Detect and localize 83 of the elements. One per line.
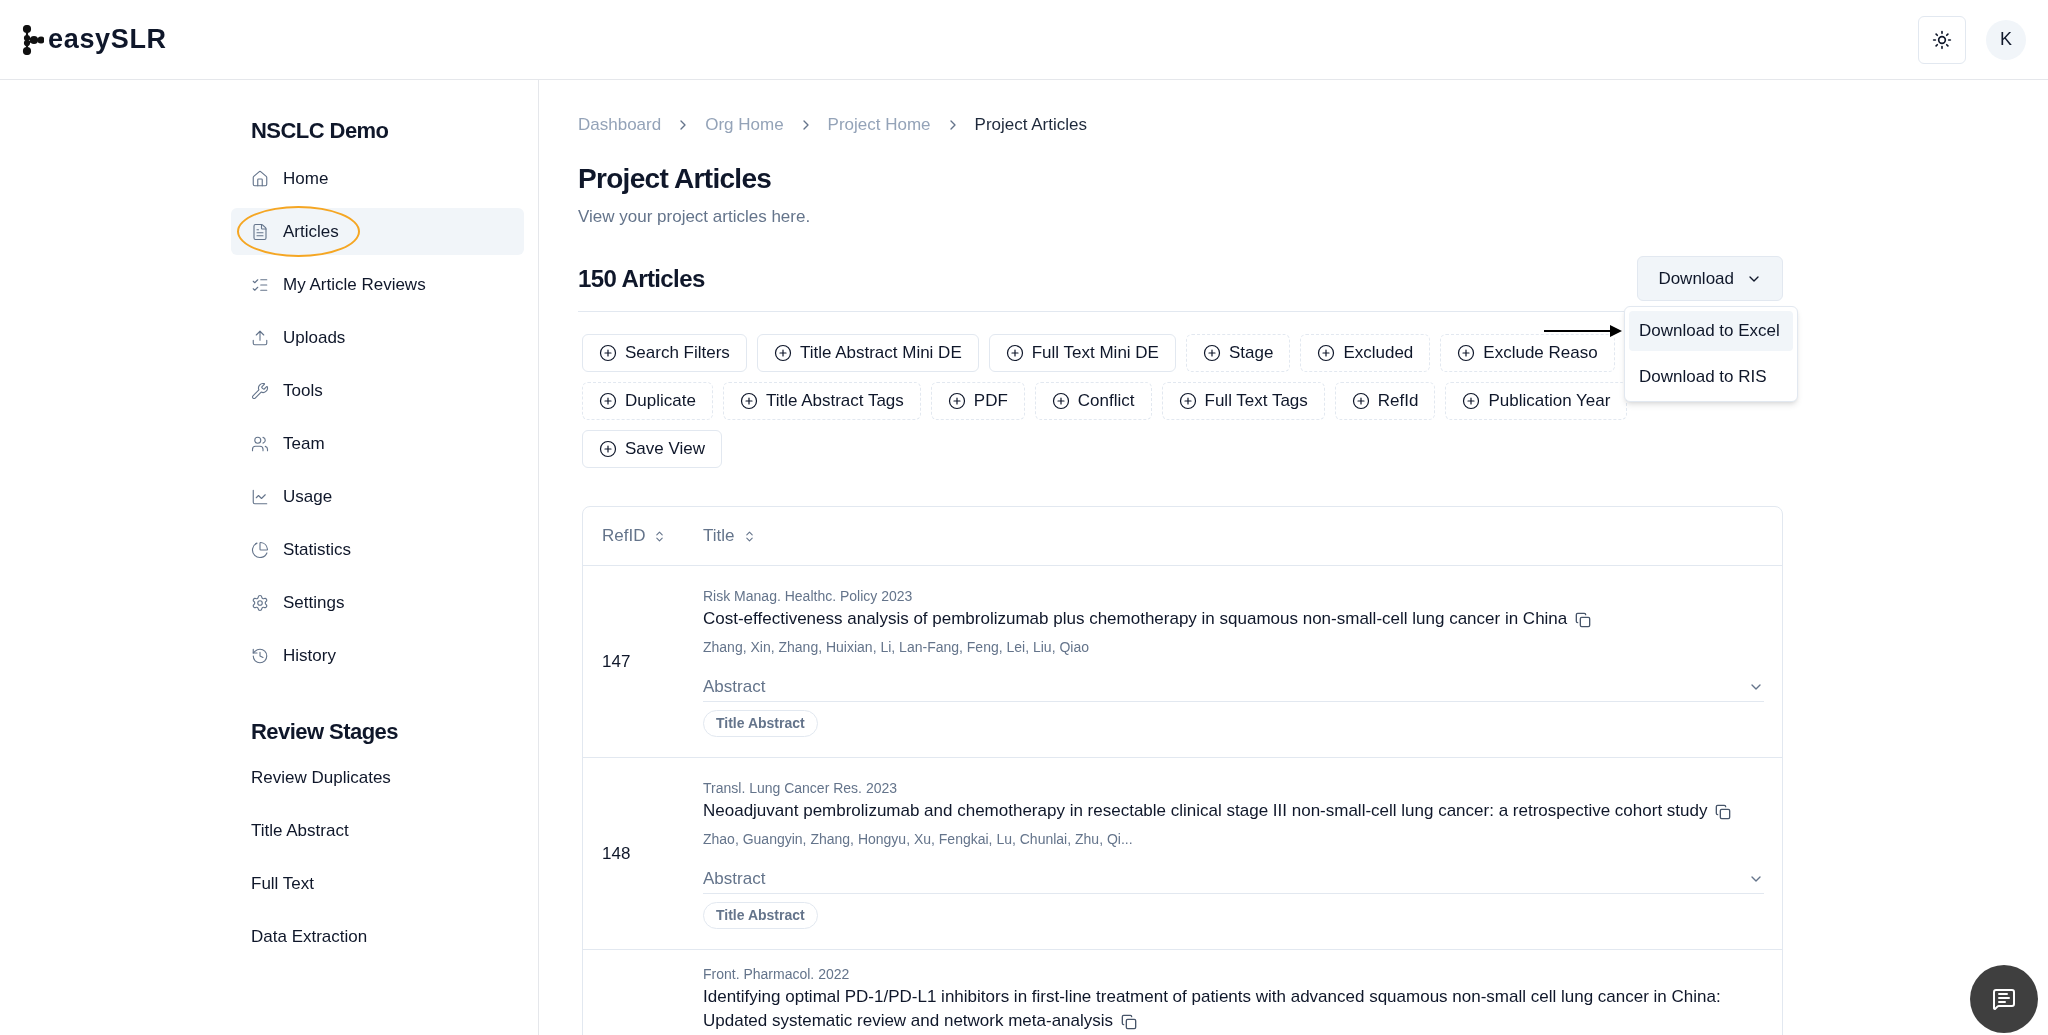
page-subtitle: View your project articles here. — [578, 205, 812, 228]
user-avatar[interactable]: K — [1986, 19, 2026, 60]
filter-chip[interactable]: Excluded — [1300, 334, 1431, 372]
history-icon — [251, 646, 269, 665]
journal-text: Transl. Lung Cancer Res. 2023 — [703, 779, 899, 798]
add-icon — [947, 392, 966, 410]
sidebar-item[interactable]: History — [231, 632, 524, 679]
download-button[interactable]: Download — [1637, 256, 1783, 301]
review-stage-link[interactable]: Review Duplicates — [231, 754, 524, 801]
add-icon — [1457, 344, 1476, 362]
filter-chip[interactable]: Full Text Mini DE — [988, 334, 1176, 372]
filter-chip[interactable]: Stage — [1185, 334, 1291, 372]
page-title: Project Articles — [578, 161, 773, 196]
article-count: 150 Articles — [578, 263, 705, 294]
add-icon — [1462, 392, 1481, 410]
users-icon — [251, 434, 269, 453]
theme-toggle-button[interactable] — [1918, 15, 1966, 64]
sidebar-item[interactable]: Statistics — [231, 526, 524, 573]
article-title: Identifying optimal PD-1/PD-L1 inhibitors in first-line treatment of patients with advanced squamous non-small cell lung cancer in China: Updated systematic review and network meta-analysis — [703, 986, 1722, 1032]
sidebar-item[interactable]: Articles — [231, 208, 524, 255]
wrench-icon — [251, 381, 269, 400]
copy-icon[interactable] — [1715, 803, 1732, 820]
filter-chip[interactable]: Title Abstract Tags — [722, 382, 921, 420]
add-icon — [1178, 392, 1197, 410]
add-icon — [1202, 344, 1221, 362]
review-stage-link[interactable]: Title Abstract — [231, 807, 524, 854]
section-title: Review Stages — [250, 718, 399, 746]
authors-text: Zhao, Guangyin, Zhang, Hongyu, Xu, Fengkai, Lu, Chunlai, Zhu, Qi... — [703, 830, 1134, 849]
abstract-toggle[interactable]: Abstract — [703, 672, 1764, 702]
project-title: NSCLC Demo — [250, 117, 390, 145]
add-icon — [599, 392, 617, 410]
sidebar-item[interactable]: Usage — [231, 473, 524, 520]
add-icon — [739, 392, 758, 410]
filter-chip[interactable]: Publication Year — [1445, 382, 1628, 420]
sun-icon — [1932, 29, 1952, 50]
copy-icon[interactable] — [1575, 611, 1592, 628]
home-icon — [251, 169, 269, 188]
column-header[interactable]: Title — [703, 523, 756, 549]
document-icon — [251, 222, 269, 241]
add-icon — [773, 344, 792, 362]
logo-text: easySLR — [48, 23, 167, 57]
table-cell: 147 — [602, 651, 631, 671]
line-chart-icon — [251, 487, 269, 506]
chat-icon — [1992, 987, 2016, 1011]
menu-item[interactable]: Download to Excel — [1629, 311, 1793, 351]
settings-icon — [251, 593, 269, 612]
sidebar-item[interactable]: Tools — [231, 367, 524, 414]
article-title: Neoadjuvant pembrolizumab and chemotherapy in resectable clinical stage III non-small-cell lung cancer: a retrospective cohort study — [703, 799, 1764, 823]
copy-icon[interactable] — [1121, 1013, 1138, 1030]
upload-icon — [251, 328, 269, 347]
filter-chip[interactable]: Duplicate — [582, 382, 713, 420]
add-icon — [1051, 392, 1070, 410]
authors-text: Zhang, Xin, Zhang, Huixian, Li, Lan-Fang, Feng, Lei, Liu, Qiao — [703, 638, 1090, 657]
add-icon — [1005, 344, 1024, 362]
sidebar-item[interactable]: Team — [231, 420, 524, 467]
add-icon — [599, 440, 617, 458]
add-icon — [599, 344, 617, 362]
filter-chip[interactable]: Search Filters — [582, 334, 747, 372]
review-stage-link[interactable]: Data Extraction — [231, 913, 524, 960]
add-icon — [1317, 344, 1336, 362]
sidebar-item[interactable]: Uploads — [231, 314, 524, 361]
review-stage-link[interactable]: Full Text — [231, 860, 524, 907]
sidebar-item[interactable]: My Article Reviews — [231, 261, 524, 308]
breadcrumb-link[interactable]: Project Articles — [974, 112, 1087, 138]
sidebar-item[interactable]: Home — [231, 155, 524, 202]
filter-chip[interactable]: Exclude Reaso — [1440, 334, 1615, 372]
logo-icon — [22, 24, 44, 55]
filter-chip[interactable]: Title Abstract Mini DE — [756, 334, 979, 372]
journal-text: Risk Manag. Healthc. Policy 2023 — [703, 587, 914, 606]
sidebar-item[interactable]: Settings — [231, 579, 524, 626]
filter-chip[interactable]: RefId — [1334, 382, 1436, 420]
column-header[interactable]: RefID — [583, 523, 703, 549]
filter-chip[interactable]: Conflict — [1034, 382, 1152, 420]
journal-text: Front. Pharmacol. 2022 — [703, 965, 851, 984]
menu-item[interactable]: Download to RIS — [1629, 357, 1793, 397]
add-icon — [1351, 392, 1370, 410]
table-cell: 148 — [602, 843, 631, 863]
filter-chip[interactable]: Full Text Tags — [1161, 382, 1325, 420]
article-title: Cost-effectiveness analysis of pembrolizumab plus chemotherapy in squamous non-small-cell lung cancer in China — [703, 607, 1764, 631]
pie-chart-icon — [251, 540, 269, 559]
filter-chip[interactable]: PDF — [930, 382, 1025, 420]
abstract-toggle[interactable]: Abstract — [703, 864, 1764, 894]
filter-chip[interactable]: Save View — [582, 430, 722, 468]
